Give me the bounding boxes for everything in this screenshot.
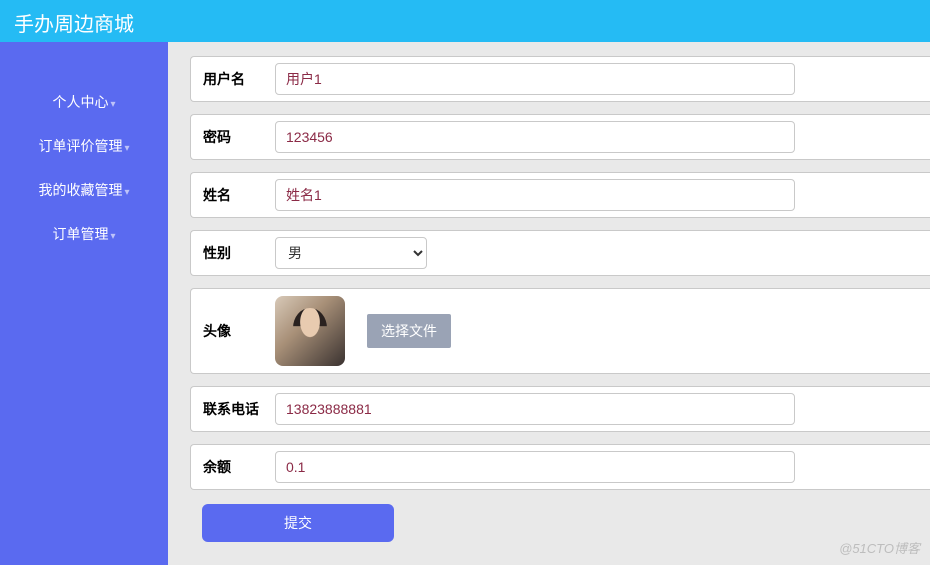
label-gender: 性别: [203, 243, 275, 263]
row-password: 密码: [190, 114, 930, 160]
sidebar-item-profile[interactable]: 个人中心▾: [0, 80, 168, 124]
content: 用户名 密码 姓名 性别 男 头像: [168, 42, 930, 565]
password-input[interactable]: [275, 121, 795, 153]
sidebar-item-label: 个人中心: [52, 94, 108, 110]
chevron-down-icon: ▾: [124, 143, 129, 154]
row-phone: 联系电话: [190, 386, 930, 432]
row-realname: 姓名: [190, 172, 930, 218]
main-area: 个人中心▾ 订单评价管理▾ 我的收藏管理▾ 订单管理▾ 用户名 密码 姓名: [0, 42, 930, 565]
realname-input[interactable]: [275, 179, 795, 211]
avatar-wrap: 选择文件: [275, 296, 918, 366]
sidebar: 个人中心▾ 订单评价管理▾ 我的收藏管理▾ 订单管理▾: [0, 42, 168, 565]
chevron-down-icon: ▾: [124, 187, 129, 198]
avatar-image: [275, 296, 345, 366]
chevron-down-icon: ▾: [110, 99, 115, 110]
sidebar-item-favorites[interactable]: 我的收藏管理▾: [0, 168, 168, 212]
phone-input[interactable]: [275, 393, 795, 425]
sidebar-item-label: 订单评价管理: [38, 138, 122, 154]
label-balance: 余额: [203, 457, 275, 477]
label-realname: 姓名: [203, 185, 275, 205]
submit-button[interactable]: 提交: [202, 504, 394, 542]
watermark: @51CTO博客: [839, 538, 920, 557]
label-phone: 联系电话: [203, 399, 275, 419]
label-username: 用户名: [203, 69, 275, 89]
top-bar: 手办周边商城: [0, 0, 930, 42]
label-avatar: 头像: [203, 321, 275, 341]
chevron-down-icon: ▾: [110, 231, 115, 242]
profile-form: 用户名 密码 姓名 性别 男 头像: [190, 56, 930, 542]
site-title: 手办周边商城: [14, 14, 134, 36]
balance-input[interactable]: [275, 451, 795, 483]
row-balance: 余额: [190, 444, 930, 490]
sidebar-item-orders[interactable]: 订单管理▾: [0, 212, 168, 256]
username-input[interactable]: [275, 63, 795, 95]
gender-select[interactable]: 男: [275, 237, 427, 269]
label-password: 密码: [203, 127, 275, 147]
sidebar-item-order-review[interactable]: 订单评价管理▾: [0, 124, 168, 168]
sidebar-item-label: 订单管理: [52, 226, 108, 242]
row-gender: 性别 男: [190, 230, 930, 276]
choose-file-button[interactable]: 选择文件: [367, 314, 451, 348]
row-username: 用户名: [190, 56, 930, 102]
sidebar-item-label: 我的收藏管理: [38, 182, 122, 198]
row-avatar: 头像 选择文件: [190, 288, 930, 374]
